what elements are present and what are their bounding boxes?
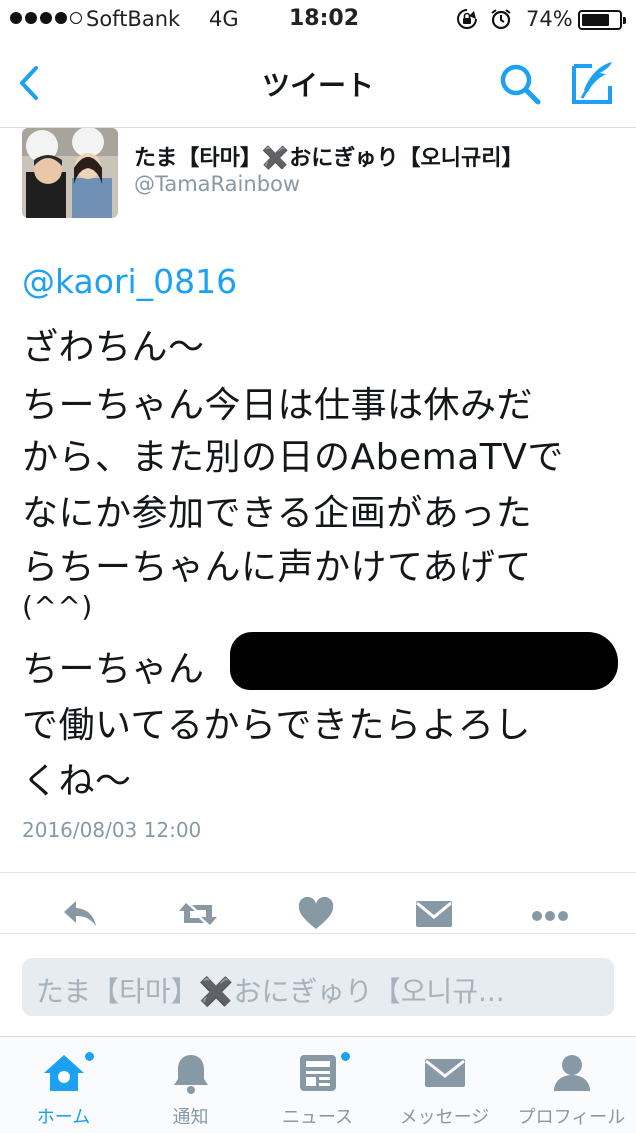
status-bar: SoftBank 4G 18:02 74% <box>0 0 636 40</box>
tweet-text-line: から、また別の日のAbemaTVで <box>22 437 564 478</box>
battery-percent: 74% <box>526 7 573 31</box>
tweet-text-line: ちーちゃん今日は仕事は休みだ <box>22 385 534 426</box>
alarm-icon <box>491 9 511 30</box>
tweet-timestamp: 2016/08/03 12:00 <box>22 818 202 842</box>
mention-link[interactable]: @kaori_0816 <box>22 262 237 301</box>
home-icon <box>43 1055 84 1091</box>
tweet-text-line: らちーちゃんに声かけてあげて <box>22 547 532 588</box>
carrier-name: SoftBank <box>86 7 181 31</box>
avatar[interactable] <box>22 128 118 218</box>
envelope-icon <box>424 1059 465 1087</box>
tweet-text-line: くね〜 <box>22 761 132 802</box>
tweet-text-line: ざわちん〜 <box>22 327 205 368</box>
author-handle[interactable]: @TamaRainbow <box>134 172 300 196</box>
tweet-text-line: (^^) <box>22 590 93 623</box>
navigation-bar: ツイート <box>0 40 636 128</box>
news-icon <box>299 1055 336 1091</box>
profile-icon <box>553 1055 590 1091</box>
compose-icon[interactable] <box>568 58 618 108</box>
clock-time: 18:02 <box>289 6 360 31</box>
tweet-text-line: で働いてるからできたらよろし <box>22 705 531 746</box>
network-type: 4G <box>209 7 239 31</box>
reply-input[interactable]: たま【타마】✖️おにぎゅり【오니규... <box>22 958 614 1016</box>
more-icon[interactable] <box>530 897 570 931</box>
news-badge-dot <box>340 1051 351 1062</box>
rotation-lock-icon <box>457 9 477 29</box>
signal-strength-dots <box>10 12 82 24</box>
tweet-text-line: なにか参加できる企画があった <box>22 493 533 534</box>
tab-bar: ホーム 通知 ニュース メッセージ プロフィール <box>0 1036 636 1133</box>
tweet-text-line: ちーちゃん <box>22 649 205 690</box>
redaction-mark <box>230 632 618 690</box>
tab-profile[interactable]: プロフィール <box>508 1037 635 1133</box>
home-badge-dot <box>84 1051 95 1062</box>
direct-message-icon[interactable] <box>414 897 454 931</box>
author-name[interactable]: たま【타마】✖️おにぎゅり【오니규리】 <box>134 140 524 172</box>
retweet-icon[interactable] <box>178 897 218 931</box>
search-icon[interactable] <box>496 60 544 108</box>
reply-icon[interactable] <box>60 897 100 931</box>
bell-icon <box>173 1055 208 1094</box>
tab-label: プロフィール <box>517 1107 626 1128</box>
like-icon[interactable] <box>296 897 336 931</box>
battery-icon <box>578 10 626 30</box>
tweet-actions-bar <box>0 872 636 934</box>
